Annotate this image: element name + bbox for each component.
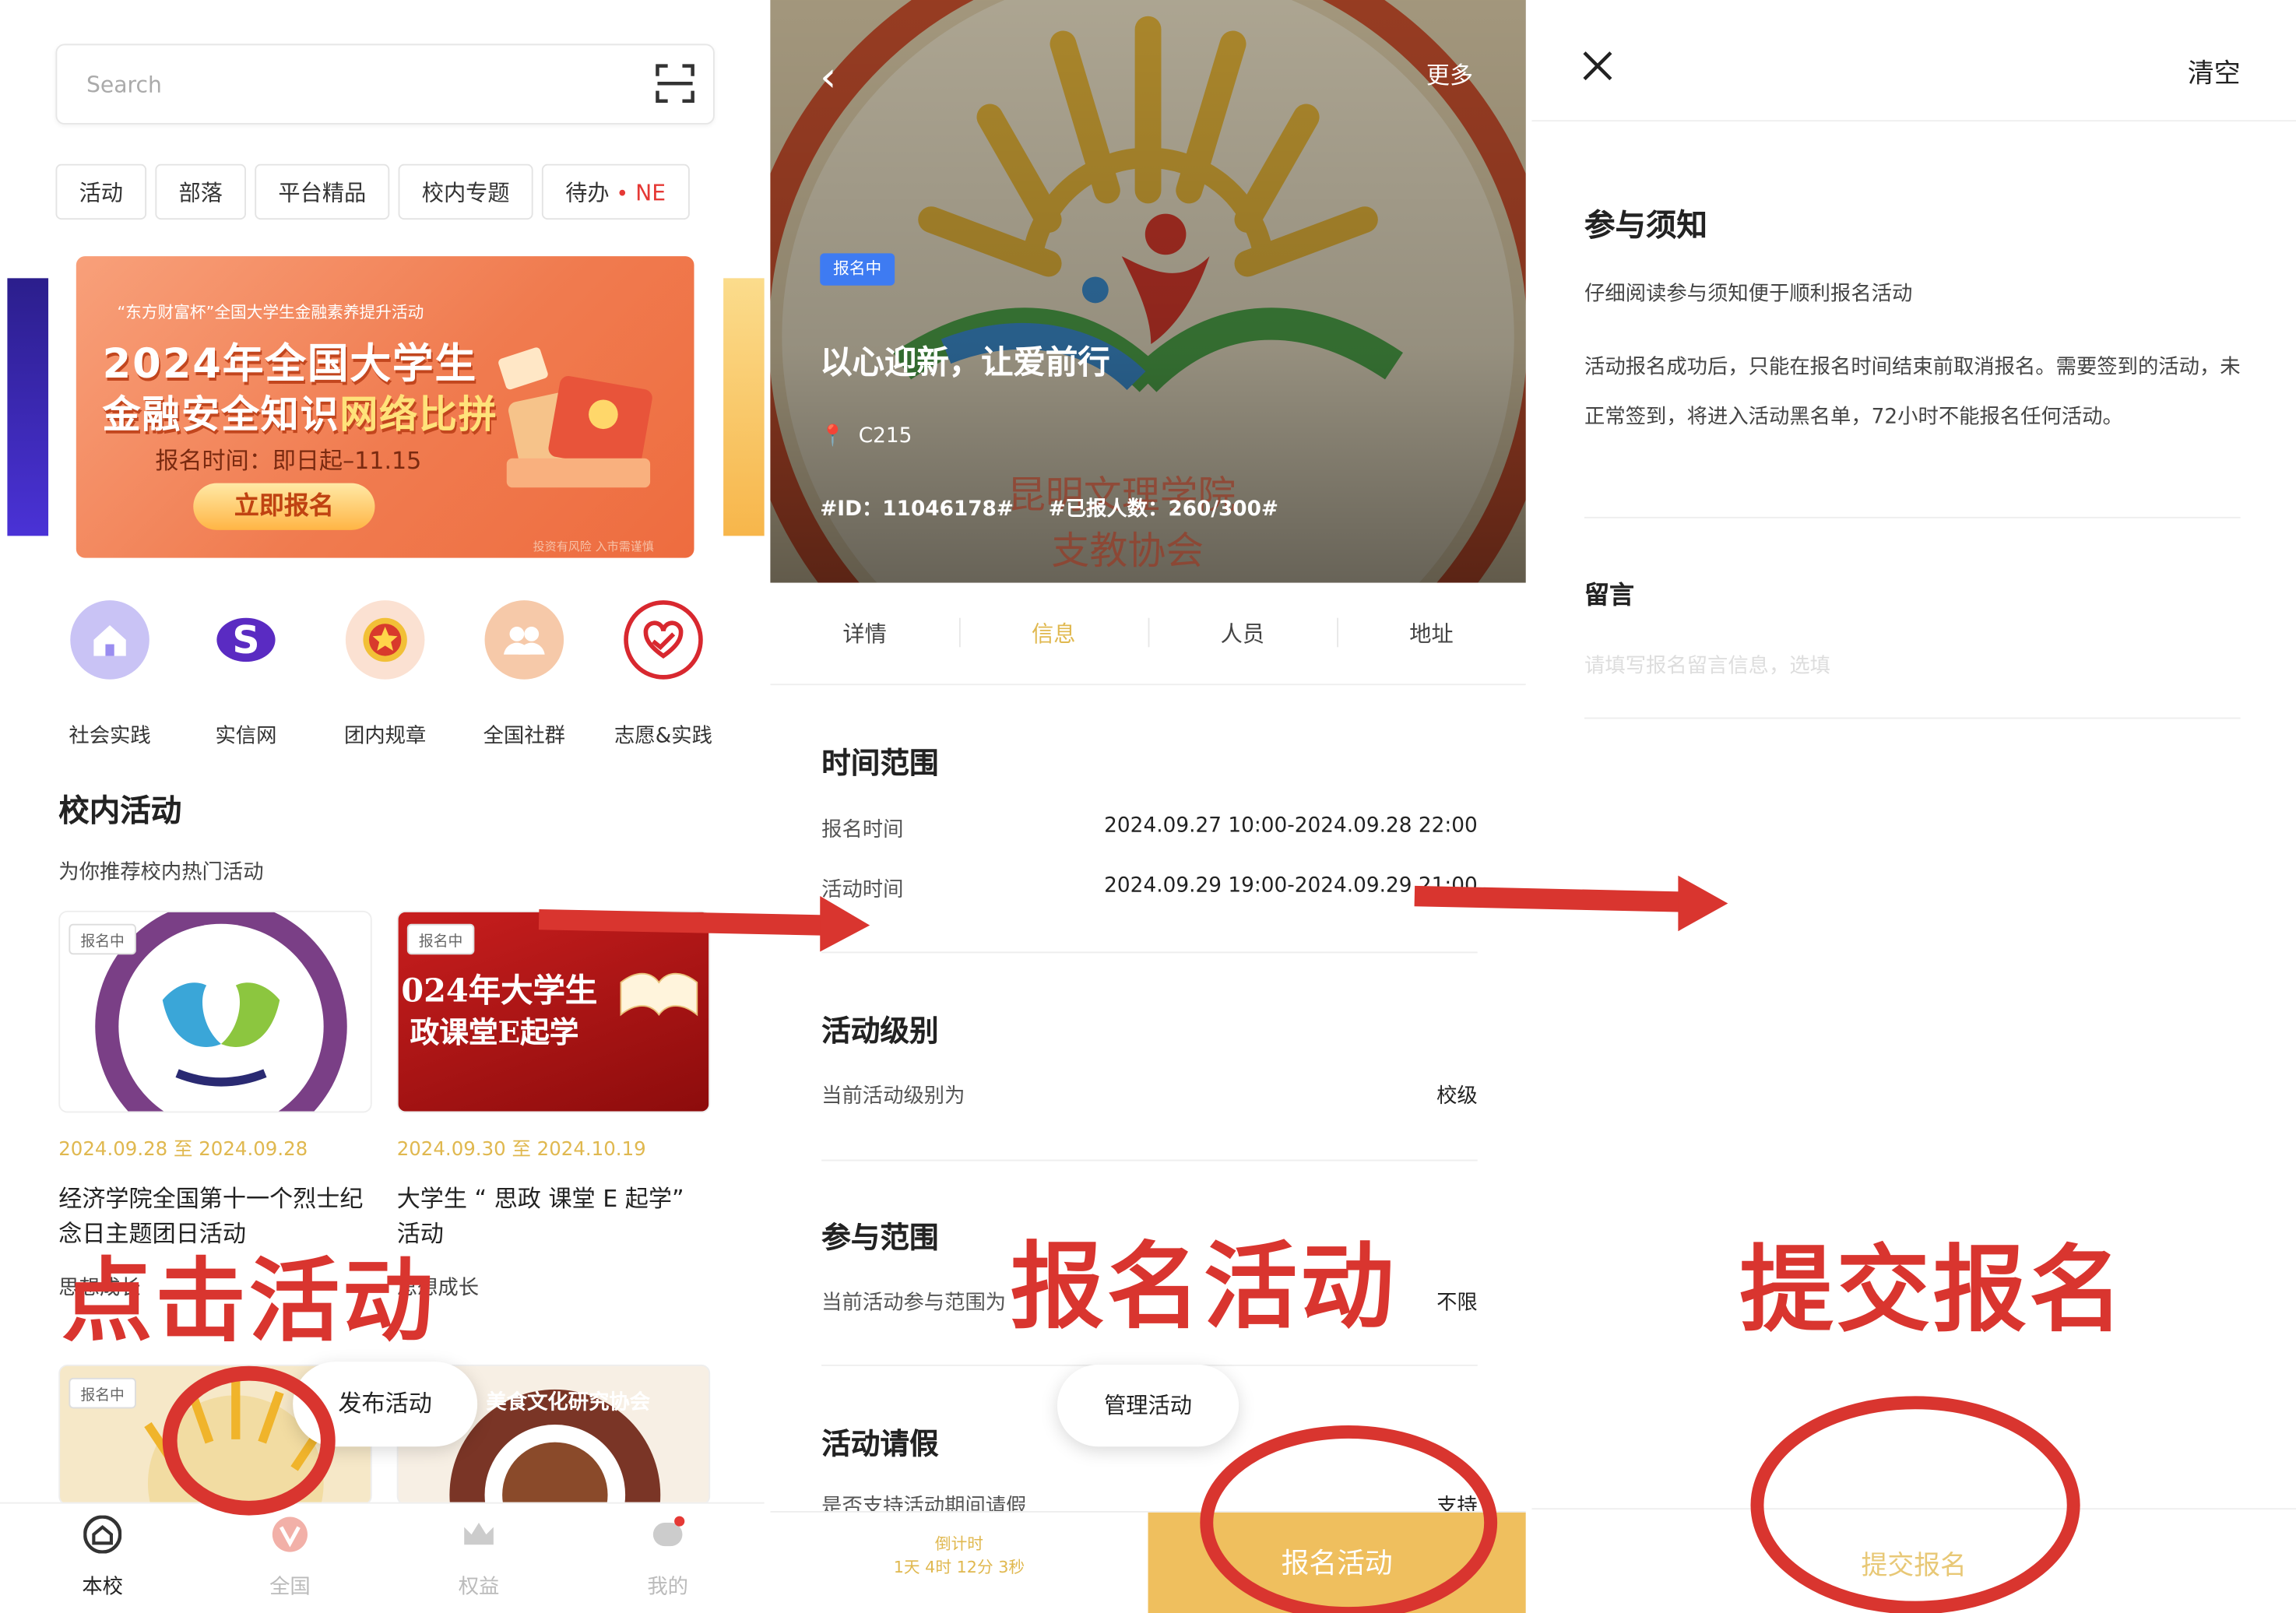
annotation-submit-signup: 提交报名: [1739, 1237, 2126, 1346]
arrow-to-form: [1414, 885, 1685, 912]
highlight-circle: [1200, 1425, 1498, 1613]
arrow-head-icon: [820, 896, 870, 952]
arrow-to-detail: [538, 908, 829, 936]
annotation-layer: [162, 875, 2080, 1613]
annotation-click-activity: 点击活动: [61, 1247, 437, 1355]
annotation-signup-activity: 报名活动: [1010, 1234, 1398, 1343]
highlight-circle: [162, 1365, 336, 1516]
arrow-head-icon: [1678, 875, 1728, 932]
stage: Search 活动 部落 平台精品 校内专题 待办 • NE “东方财富杯”全国大学生金…: [0, 0, 2296, 1613]
highlight-circle: [1750, 1396, 2080, 1613]
